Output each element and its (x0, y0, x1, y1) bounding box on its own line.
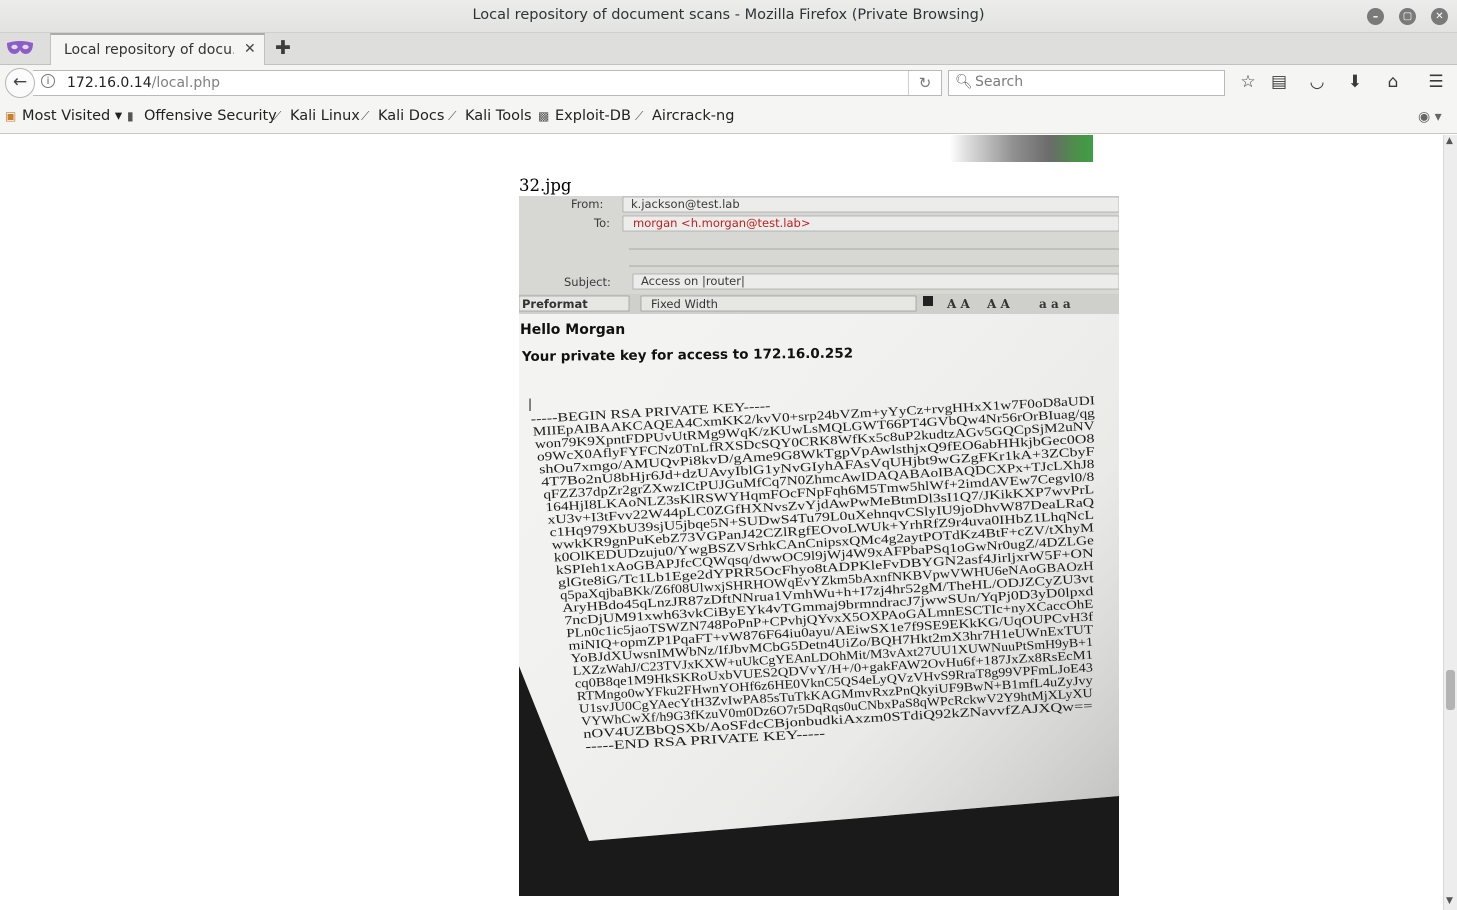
offsec-icon: ▮ (127, 109, 134, 123)
bookmark-label: Offensive Security (144, 108, 277, 124)
photo-from-label: From: (571, 197, 603, 211)
bookmark-label: Most Visited ▾ (22, 108, 123, 124)
private-key-block: -----BEGIN RSA PRIVATE KEY-----MIIEpAIBA… (530, 393, 1096, 753)
bookmark-label: Kali Tools (465, 108, 532, 124)
svg-text:A A: A A (986, 297, 1010, 311)
url-path: /local.php (151, 75, 221, 91)
reload-icon[interactable]: ↻ (908, 71, 941, 95)
pocket-icon[interactable]: ◡ (1305, 71, 1329, 93)
firefox-window: Local repository of document scans - Moz… (0, 0, 1457, 910)
window-close-button[interactable] (1431, 8, 1448, 25)
search-input[interactable] (975, 74, 1215, 90)
photo-from-value: k.jackson@test.lab (631, 197, 740, 211)
tab-local-repository[interactable]: Local repository of docu… ✕ (50, 33, 265, 66)
svg-text:a a a: a a a (1039, 297, 1071, 311)
window-title: Local repository of document scans - Moz… (472, 7, 985, 23)
kali-dragon-icon: ⟋ (448, 109, 457, 123)
home-icon[interactable]: ⌂ (1381, 71, 1405, 93)
scanned-photo: From: k.jackson@test.lab To: morgan <h.m… (519, 196, 1119, 896)
url-host: 172.16.0.14 (67, 75, 152, 91)
svg-text:A A: A A (946, 297, 970, 311)
exploitdb-icon: ▩ (538, 109, 550, 123)
star-folder-icon: ▣ (5, 109, 17, 123)
bookmarks-toolbar: ▣ Most Visited ▾ ▮ Offensive Security ⟋ Kal… (0, 100, 1457, 134)
bookmark-aircrack-ng[interactable]: ⟋ Aircrack-ng (635, 108, 734, 124)
tab-label: Local repository of docu… (64, 42, 234, 58)
reading-list-icon[interactable]: ▤ (1267, 71, 1291, 93)
maximize-button[interactable] (1399, 8, 1416, 25)
bookmark-kali-tools[interactable]: ⟋ Kali Tools (448, 108, 532, 124)
download-arrow-icon[interactable]: ⬇ (1343, 71, 1367, 93)
bookmark-kali-linux[interactable]: ⟋ Kali Linux (273, 108, 360, 124)
photo-cursor: | (528, 397, 532, 411)
private-browsing-mask-icon (7, 41, 33, 54)
photo-subject-label: Subject: (564, 275, 611, 289)
photo-of-email-screen: From: k.jackson@test.lab To: morgan <h.m… (519, 196, 1119, 896)
close-icon[interactable]: ✕ (244, 41, 256, 57)
bookmark-offensive-security[interactable]: ▮ Offensive Security (127, 108, 277, 124)
previous-scan-image (950, 135, 1093, 162)
scroll-up-arrow-icon[interactable]: ▲ (1446, 136, 1453, 146)
bookmark-label: Kali Docs (378, 108, 445, 124)
navigation-toolbar: i 172.16.0.14/local.php ↻ ← 🔍︎ ☆ ▤ ◡ ⬇ ⌂… (0, 65, 1457, 100)
bookmark-label: Aircrack-ng (652, 108, 735, 124)
page-content: 32.jpg From: k.jackson@test.lab To: morg… (0, 135, 1443, 910)
scroll-down-arrow-icon[interactable]: ▼ (1446, 896, 1453, 906)
minimize-button[interactable] (1367, 8, 1384, 25)
bookmark-star-icon[interactable]: ☆ (1236, 71, 1260, 93)
kali-dragon-icon: ⟋ (361, 109, 370, 123)
url-bar[interactable]: i 172.16.0.14/local.php ↻ (33, 70, 942, 96)
photo-to-label: To: (593, 216, 610, 230)
bookmark-exploit-db[interactable]: ▩ Exploit-DB (538, 108, 631, 124)
photo-subject-value: Access on |router| (641, 274, 745, 288)
scrollbar-thumb[interactable] (1446, 670, 1455, 710)
photo-font-select: Fixed Width (651, 297, 718, 311)
globe-menu-icon[interactable]: ◉ ▾ (1418, 109, 1442, 125)
kali-dragon-icon: ⟋ (273, 109, 282, 123)
search-icon: 🔍︎ (955, 74, 973, 90)
image-caption: 32.jpg (519, 176, 572, 195)
bookmark-label: Kali Linux (290, 108, 360, 124)
photo-format-select: Preformat (522, 297, 588, 311)
window-titlebar[interactable]: Local repository of document scans - Moz… (0, 0, 1457, 33)
back-arrow-icon[interactable]: ← (5, 68, 35, 98)
tab-strip: Local repository of docu… ✕ ✚ (0, 33, 1457, 66)
url-text[interactable]: 172.16.0.14/local.php (67, 75, 220, 91)
bookmark-kali-docs[interactable]: ⟋ Kali Docs (361, 108, 444, 124)
vertical-scrollbar[interactable]: ▲ ▼ (1443, 135, 1457, 910)
hamburger-menu-icon[interactable]: ☰ (1424, 71, 1448, 93)
aircrack-icon: ⟋ (635, 109, 644, 123)
new-tab-plus-icon[interactable]: ✚ (275, 37, 291, 59)
site-info-icon[interactable]: i (41, 74, 55, 88)
search-bar[interactable]: 🔍︎ (948, 70, 1225, 96)
bookmark-label: Exploit-DB (555, 108, 631, 124)
photo-greeting: Hello Morgan (520, 322, 625, 338)
photo-to-value: morgan <h.morgan@test.lab> (633, 216, 810, 230)
bookmark-most-visited[interactable]: ▣ Most Visited ▾ (5, 108, 122, 124)
